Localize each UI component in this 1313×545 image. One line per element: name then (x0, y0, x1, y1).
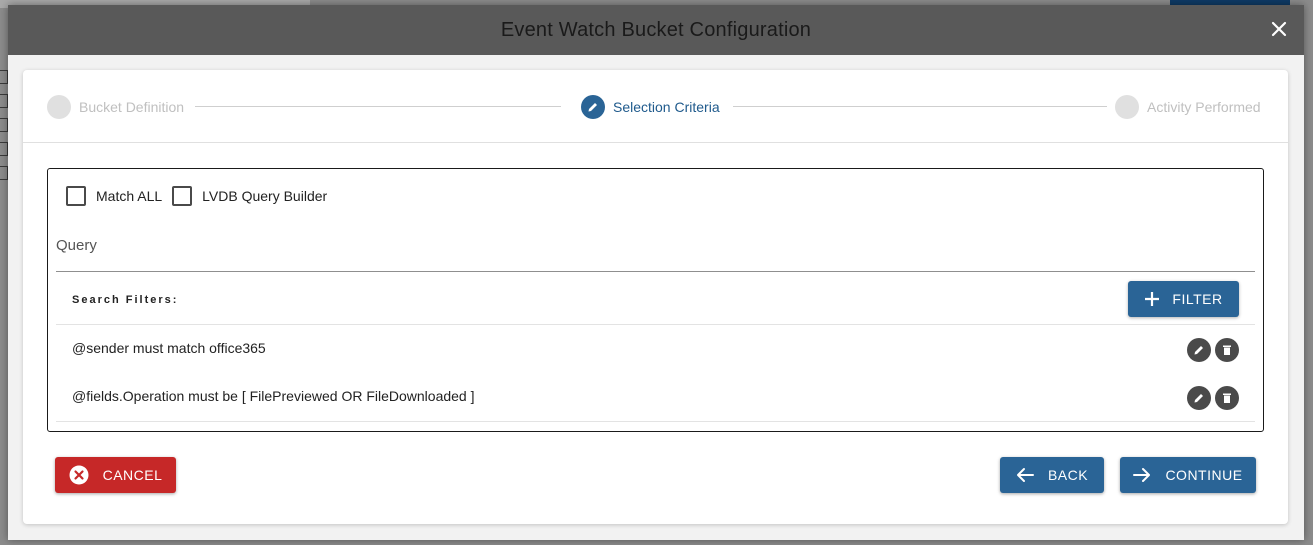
config-modal: Event Watch Bucket Configuration Bucket … (8, 5, 1304, 540)
close-icon (1271, 21, 1287, 37)
arrow-right-icon (1133, 468, 1151, 482)
filter-text: @sender must match office365 (72, 340, 266, 356)
delete-filter-button[interactable] (1215, 338, 1239, 362)
pencil-icon (1194, 394, 1203, 403)
continue-button[interactable]: CONTINUE (1120, 457, 1256, 493)
delete-filter-button[interactable] (1215, 386, 1239, 410)
plus-icon (1145, 292, 1160, 306)
back-button[interactable]: BACK (1000, 457, 1104, 493)
add-filter-button[interactable]: FILTER (1128, 281, 1239, 317)
back-label: BACK (1047, 467, 1089, 483)
step-label: Bucket Definition (79, 99, 185, 115)
step-activity-performed[interactable]: Activity Performed (1115, 95, 1261, 119)
filter-row: @fields.Operation must be [ FilePreviewe… (56, 374, 1255, 422)
cancel-circle-icon (69, 465, 89, 485)
filter-actions (1187, 386, 1239, 410)
filter-row: @sender must match office365 (56, 326, 1255, 374)
trash-icon (1223, 345, 1231, 355)
modal-title: Event Watch Bucket Configuration (500, 18, 812, 41)
arrow-left-icon (1016, 468, 1034, 482)
match-all-checkbox[interactable] (66, 186, 86, 206)
query-field-label: Query (56, 237, 97, 254)
wizard-card: Bucket Definition Selection Criteria Act… (23, 70, 1288, 524)
step-circle (1115, 95, 1139, 119)
edit-filter-button[interactable] (1187, 338, 1211, 362)
step-connector (195, 106, 561, 107)
step-circle (47, 95, 71, 119)
step-circle-active (581, 95, 605, 119)
modal-header: Event Watch Bucket Configuration (8, 5, 1304, 55)
step-selection-criteria[interactable]: Selection Criteria (581, 95, 720, 119)
step-bucket-definition[interactable]: Bucket Definition (47, 95, 184, 119)
filter-text: @fields.Operation must be [ FilePreviewe… (72, 388, 475, 404)
background-checkboxes (0, 70, 8, 190)
stepper: Bucket Definition Selection Criteria Act… (23, 70, 1288, 143)
trash-icon (1223, 393, 1231, 403)
match-all-label: Match ALL (96, 188, 163, 204)
continue-label: CONTINUE (1165, 467, 1243, 483)
search-filters-header: Search Filters: FILTER (56, 279, 1255, 325)
edit-filter-button[interactable] (1187, 386, 1211, 410)
search-filters-title: Search Filters: (72, 294, 179, 306)
cancel-button[interactable]: CANCEL (55, 457, 176, 493)
pencil-icon (1194, 346, 1203, 355)
close-button[interactable] (1268, 18, 1290, 40)
options-row: Match ALL LVDB Query Builder (66, 186, 337, 206)
selection-criteria-panel: Match ALL LVDB Query Builder Query Searc… (47, 168, 1264, 432)
step-connector (733, 106, 1107, 107)
pencil-icon (588, 103, 597, 112)
step-label: Activity Performed (1147, 99, 1261, 115)
lvdb-query-builder-checkbox[interactable] (172, 186, 193, 206)
filter-actions (1187, 338, 1239, 362)
step-label: Selection Criteria (613, 99, 720, 115)
cancel-label: CANCEL (102, 467, 163, 483)
query-input[interactable] (56, 271, 1255, 272)
add-filter-label: FILTER (1172, 291, 1223, 307)
lvdb-query-builder-label: LVDB Query Builder (202, 188, 328, 204)
